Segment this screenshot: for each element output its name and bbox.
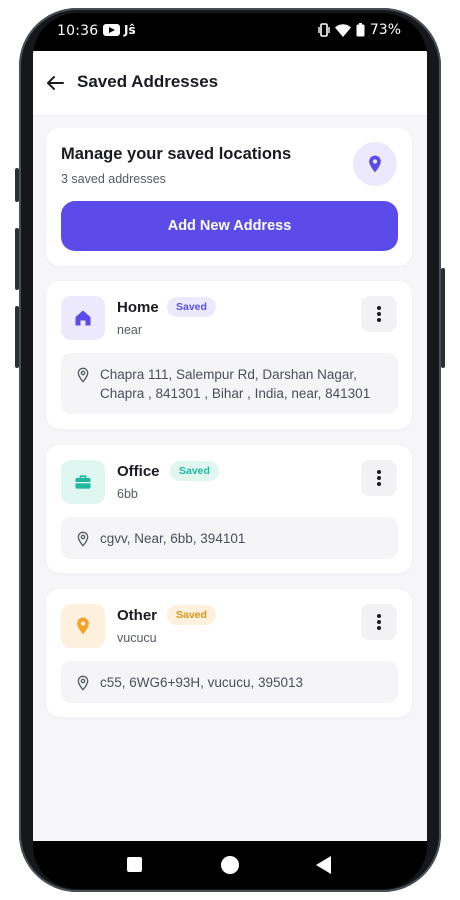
app-bar: Saved Addresses [33,51,427,115]
address-text: cgvv, Near, 6bb, 394101 [100,531,246,546]
saved-badge: Saved [167,297,216,317]
address-landmark: near [117,323,143,337]
address-count: 3 saved addresses [61,172,166,186]
location-outline-icon [77,367,89,383]
address-details: Chapra 111, Salempur Rd, Darshan Nagar, … [61,353,398,414]
address-card-home[interactable]: Home Saved near Chapra 111, Salempur Rd,… [46,281,412,429]
location-outline-icon [77,675,89,691]
side-button [15,306,19,368]
home-button[interactable] [221,856,239,874]
location-pin-icon [353,142,397,186]
notification-app-icon: Jŝ [124,23,136,37]
phone-screen: 10:36 Jŝ 73% Saved Addresses Manage your… [33,13,427,889]
more-vertical-icon [377,470,381,486]
wifi-icon [334,23,351,37]
saved-badge: Saved [167,605,216,625]
back-arrow-icon[interactable] [43,71,67,95]
add-new-address-button[interactable]: Add New Address [61,201,398,251]
address-card-office[interactable]: Office Saved 6bb cgvv, Near, 6bb, 394101 [46,445,412,573]
more-options-button[interactable] [361,296,397,332]
summary-title: Manage your saved locations [61,145,292,163]
more-options-button[interactable] [361,604,397,640]
saved-badge: Saved [170,461,219,481]
address-text: c55, 6WG6+93H, vucucu, 395013 [100,675,304,690]
page-title: Saved Addresses [77,72,219,91]
address-name: Office [117,463,160,480]
recent-apps-button[interactable] [127,857,142,872]
system-nav-bar [33,841,427,889]
status-time: 10:36 [57,23,99,39]
vibrate-icon [318,23,330,37]
more-vertical-icon [377,306,381,322]
battery-icon [356,23,365,37]
address-name: Other [117,607,158,624]
home-icon [61,296,105,340]
location-pin-icon [61,604,105,648]
address-landmark: vucucu [117,631,157,645]
power-button [441,268,445,368]
more-vertical-icon [377,614,381,630]
side-button [15,168,19,202]
address-details: c55, 6WG6+93H, vucucu, 395013 [61,661,398,703]
address-details: cgvv, Near, 6bb, 394101 [61,517,398,559]
address-name: Home [117,299,159,316]
side-button [15,228,19,290]
address-landmark: 6bb [117,487,138,501]
more-options-button[interactable] [361,460,397,496]
app-content: Saved Addresses Manage your saved locati… [33,51,427,841]
youtube-icon [103,24,120,36]
address-card-other[interactable]: Other Saved vucucu c55, 6WG6+93H, vucucu… [46,589,412,717]
battery-percent: 73% [369,22,401,38]
status-bar: 10:36 Jŝ 73% [33,13,427,49]
address-text: Chapra 111, Salempur Rd, Darshan Nagar, … [100,367,371,401]
briefcase-icon [61,460,105,504]
location-outline-icon [77,531,89,547]
back-button[interactable] [316,856,331,874]
summary-card: Manage your saved locations 3 saved addr… [46,128,412,266]
